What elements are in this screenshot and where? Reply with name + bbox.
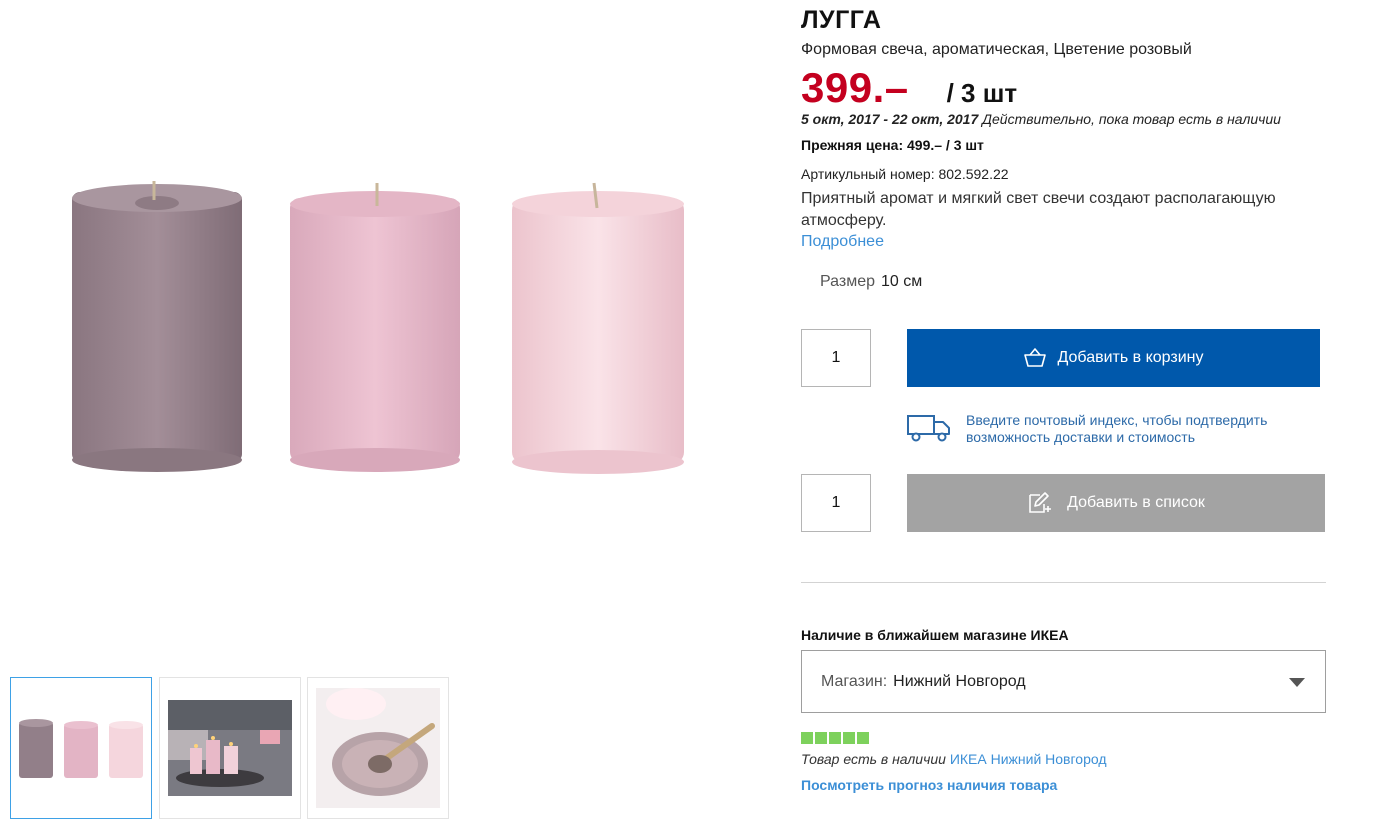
size-label: Размер — [820, 273, 875, 290]
stock-level-bar — [801, 732, 813, 744]
stock-status: Товар есть в наличии ИКЕА Нижний Новгоро… — [801, 751, 1107, 767]
thumbnail-3[interactable] — [307, 677, 449, 819]
add-to-cart-label: Добавить в корзину — [1057, 349, 1204, 366]
add-to-list-label: Добавить в список — [1067, 494, 1205, 511]
size-value: 10 см — [881, 273, 923, 290]
basket-icon — [1024, 348, 1047, 367]
delivery-text[interactable]: Введите почтовый индекс, чтобы подтверди… — [966, 412, 1316, 446]
stock-forecast-link[interactable]: Посмотреть прогноз наличия товара — [801, 777, 1057, 793]
stock-store-link[interactable]: ИКЕА Нижний Новгород — [950, 751, 1107, 767]
stock-level-indicator — [801, 732, 869, 744]
price-validity: 5 окт, 2017 - 22 окт, 2017 Действительно… — [801, 111, 1281, 127]
chevron-down-icon — [1289, 678, 1305, 687]
store-select-value: Нижний Новгород — [893, 672, 1026, 690]
product-subtitle: Формовая свеча, ароматическая, Цветение … — [801, 41, 1192, 58]
store-select-label: Магазин: — [821, 672, 888, 690]
store-select[interactable]: Магазин: Нижний Новгород — [801, 650, 1326, 713]
add-to-cart-button[interactable]: Добавить в корзину — [907, 329, 1320, 387]
thumbnail-1[interactable] — [10, 677, 152, 819]
delivery-info[interactable]: Введите почтовый индекс, чтобы подтверди… — [906, 412, 1316, 446]
candle-image-dark — [72, 181, 242, 472]
product-main-image — [40, 150, 720, 510]
truck-icon — [907, 415, 950, 442]
availability-title: Наличие в ближайшем магазине ИКЕА — [801, 627, 1069, 643]
list-quantity-input[interactable]: 1 — [801, 474, 871, 532]
stock-level-bar — [857, 732, 869, 744]
more-info-link[interactable]: Подробнее — [801, 233, 884, 251]
stock-level-bar — [829, 732, 841, 744]
old-price: Прежняя цена: 499.– / 3 шт — [801, 137, 984, 153]
thumbnail-2[interactable] — [159, 677, 301, 819]
candle-image-light-pink — [512, 182, 684, 474]
price-unit: / 3 шт — [946, 78, 1018, 108]
validity-dates: 5 окт, 2017 - 22 окт, 2017 — [801, 111, 979, 127]
stock-level-bar — [815, 732, 827, 744]
price-row: 399.– / 3 шт — [801, 64, 1017, 112]
product-price: 399.– — [801, 64, 909, 111]
pencil-list-icon — [1029, 492, 1052, 513]
product-description: Приятный аромат и мягкий свет свечи созд… — [801, 190, 1276, 229]
cart-quantity-input[interactable]: 1 — [801, 329, 871, 387]
add-to-list-button[interactable]: Добавить в список — [907, 474, 1325, 532]
stock-level-bar — [843, 732, 855, 744]
candle-image-pink — [290, 183, 460, 472]
validity-note: Действительно, пока товар есть в наличии — [982, 111, 1281, 127]
product-title: ЛУГГА — [801, 6, 882, 34]
article-number: Артикульный номер: 802.592.22 — [801, 166, 1009, 182]
stock-status-text: Товар есть в наличии — [801, 751, 946, 767]
size-info: Размер 10 см — [820, 273, 922, 291]
section-divider — [801, 582, 1326, 583]
